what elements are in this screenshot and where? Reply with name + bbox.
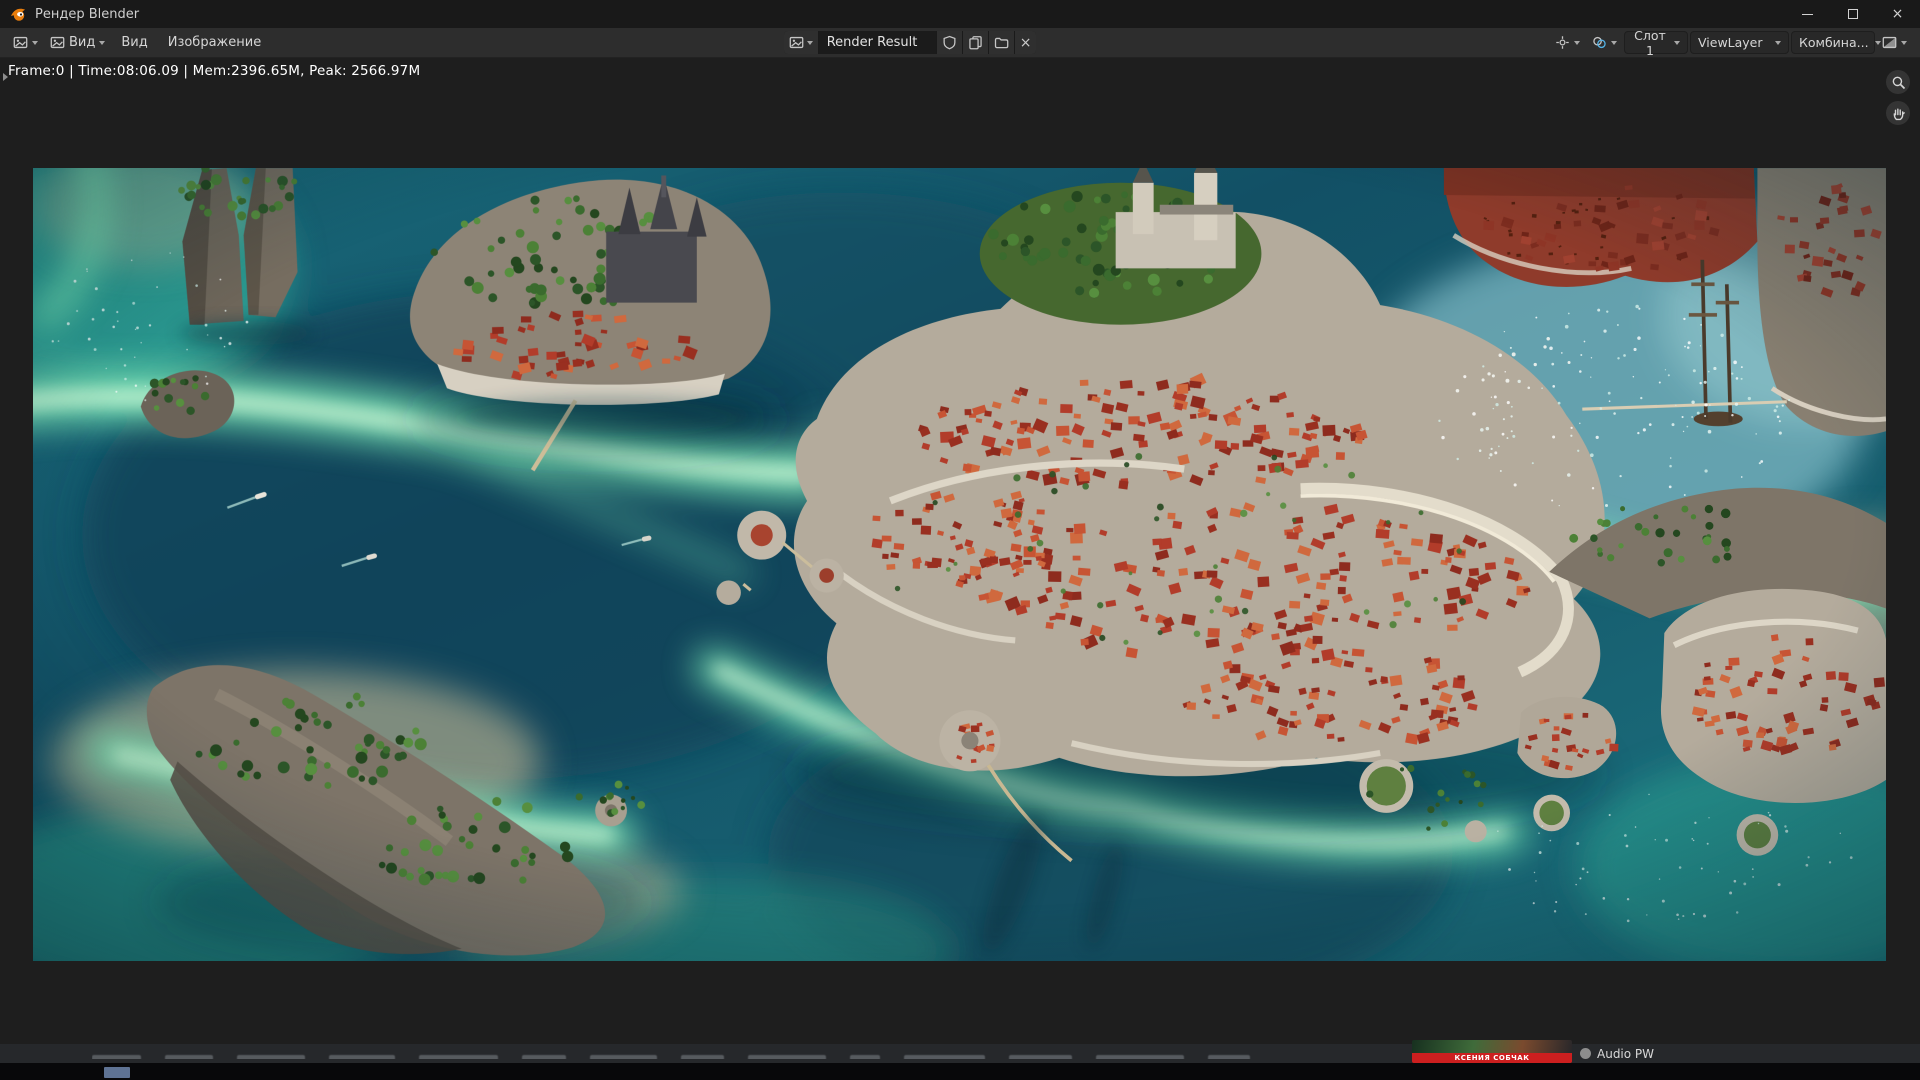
- hand-icon: [1891, 106, 1906, 121]
- image-name: Render Result: [827, 35, 918, 50]
- mode-label: Вид: [69, 35, 95, 50]
- pan-gizmo-button[interactable]: [1886, 101, 1910, 125]
- video-thumbnail[interactable]: КСЕНИЯ СОБЧАК: [1412, 1040, 1572, 1063]
- gizmos-dropdown[interactable]: [1550, 31, 1585, 55]
- close-icon: ×: [1892, 7, 1904, 21]
- magnifier-icon: [1891, 75, 1906, 90]
- window-controls: ×: [1785, 0, 1920, 28]
- image-datablock-widget: Render Result ×: [784, 31, 1037, 54]
- minimize-icon: [1802, 14, 1813, 15]
- image-editor-header: Вид Вид Изображение Render Result: [0, 28, 1920, 58]
- slot-label: Слот 1: [1632, 28, 1668, 58]
- chevron-down-icon: [1901, 41, 1907, 45]
- gizmo-icon: [1555, 35, 1570, 50]
- render-pass-label: Комбина...: [1799, 35, 1869, 50]
- mode-dropdown[interactable]: Вид: [45, 31, 110, 55]
- window-minimize-button[interactable]: [1785, 0, 1830, 28]
- window-title: Рендер Blender: [35, 7, 139, 22]
- render-result-canvas[interactable]: [33, 168, 1886, 961]
- window-close-button[interactable]: ×: [1875, 0, 1920, 28]
- image-editor-icon: [13, 35, 28, 50]
- slot-dropdown[interactable]: Слот 1: [1624, 31, 1688, 54]
- viewlayer-label: ViewLayer: [1698, 35, 1763, 50]
- shield-icon: [942, 35, 957, 50]
- zoom-gizmo-button[interactable]: [1886, 70, 1910, 94]
- thumbnail-banner: КСЕНИЯ СОБЧАК: [1412, 1053, 1572, 1063]
- unlink-x-icon: ×: [1020, 36, 1032, 50]
- new-image-button[interactable]: [963, 31, 989, 54]
- menu-image[interactable]: Изображение: [159, 31, 270, 55]
- editor-type-button[interactable]: [8, 31, 43, 55]
- titlebar: Рендер Blender ×: [0, 0, 1920, 28]
- overlays-dropdown[interactable]: [1587, 31, 1622, 55]
- chevron-down-icon: [807, 41, 813, 45]
- image-name-field[interactable]: Render Result: [819, 31, 937, 54]
- render-image: [33, 168, 1886, 961]
- taskbar-item[interactable]: [104, 1067, 130, 1078]
- header-left-group: Вид Вид Изображение: [8, 31, 270, 55]
- window-maximize-button[interactable]: [1830, 0, 1875, 28]
- unlink-image-button[interactable]: ×: [1015, 31, 1037, 54]
- image-icon: [789, 35, 804, 50]
- blurred-text-row: [92, 1049, 1382, 1059]
- taskbar: [0, 1063, 1920, 1080]
- chevron-down-icon: [1574, 41, 1580, 45]
- blender-logo-icon: [9, 5, 27, 23]
- fake-user-button[interactable]: [937, 31, 963, 54]
- chevron-down-icon: [1611, 41, 1617, 45]
- chevron-down-icon: [32, 41, 38, 45]
- video-title[interactable]: Audio PW: [1597, 1047, 1654, 1061]
- channel-logo: [1580, 1048, 1591, 1059]
- menu-view[interactable]: Вид: [112, 31, 156, 55]
- overlays-icon: [1592, 35, 1607, 50]
- open-image-button[interactable]: [989, 31, 1015, 54]
- display-channels-icon: [1882, 35, 1897, 50]
- duplicate-pages-icon: [968, 35, 983, 50]
- render-pass-dropdown[interactable]: Комбина...: [1791, 31, 1875, 54]
- header-right-group: Слот 1 ViewLayer Комбина...: [1550, 31, 1912, 55]
- chevron-down-icon: [1775, 41, 1781, 45]
- folder-icon: [994, 35, 1009, 50]
- blender-window: Рендер Blender × Вид Вид Изображение: [0, 0, 1920, 1044]
- render-status-text: Frame:0 | Time:08:06.09 | Mem:2396.65M, …: [8, 63, 420, 79]
- display-channels-button[interactable]: [1877, 31, 1912, 55]
- maximize-icon: [1848, 9, 1858, 19]
- chevron-down-icon: [99, 41, 105, 45]
- viewlayer-dropdown[interactable]: ViewLayer: [1690, 31, 1789, 54]
- image-browse-dropdown[interactable]: [784, 31, 819, 54]
- view-mode-icon: [50, 35, 65, 50]
- chevron-down-icon: [1674, 41, 1680, 45]
- background-window-strip: КСЕНИЯ СОБЧАК Audio PW: [0, 1044, 1920, 1063]
- region-expand-chevron-icon[interactable]: [3, 73, 8, 81]
